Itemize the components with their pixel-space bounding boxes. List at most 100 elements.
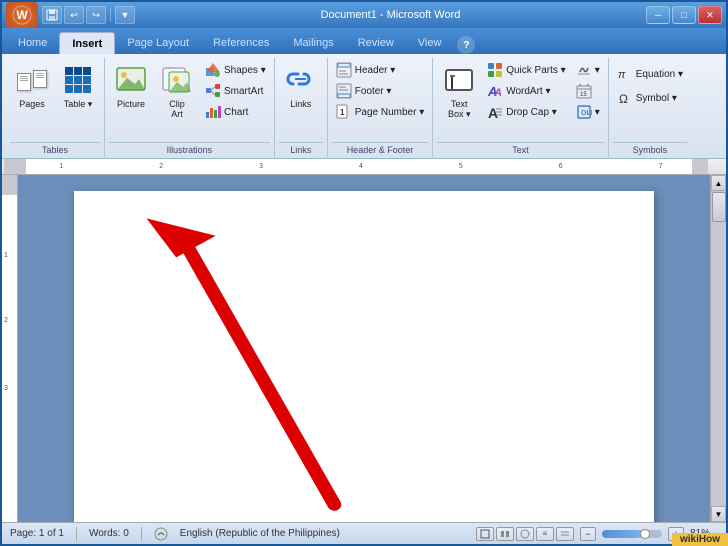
ruler-active: 1 2 3 4 5 6 7 [26,159,692,174]
full-reading-btn[interactable] [496,527,514,541]
zoom-minus-button[interactable]: − [580,527,596,541]
text-box-label: TextBox ▾ [448,100,471,120]
page-number-button[interactable]: 1 Page Number ▾ [332,102,429,122]
symbol-label: Symbol ▾ [636,93,677,104]
equation-button[interactable]: π Equation ▾ [613,64,687,84]
print-layout-btn[interactable] [476,527,494,541]
pages-icon [14,62,50,98]
quick-parts-icon [487,62,503,78]
symbol-button[interactable]: Ω Symbol ▾ [613,88,687,108]
tab-home[interactable]: Home [6,32,59,54]
smartart-label: SmartArt [224,86,263,97]
drop-cap-button[interactable]: A Drop Cap ▾ [483,102,569,122]
save-button[interactable] [42,6,62,24]
shapes-icon [205,62,221,78]
status-sep1 [76,527,77,541]
office-button[interactable]: W [6,2,38,28]
date-time-button[interactable]: 15 [572,81,604,101]
equation-icon: π [617,66,633,82]
horizontal-ruler: 1 2 3 4 5 6 7 [2,159,726,175]
text-small-buttons2: ▾ 15 [572,60,604,138]
ribbon-tabs: Home Insert Page Layout References Maili… [2,28,726,54]
clip-art-label: ClipArt [169,100,185,120]
tab-insert[interactable]: Insert [59,32,115,54]
svg-text:15: 15 [580,92,587,98]
customize-button[interactable]: ▼ [115,6,135,24]
quick-access-toolbar: ↩ ↪ ▼ [42,6,135,24]
footer-button[interactable]: Footer ▾ [332,81,429,101]
close-button[interactable]: ✕ [698,6,722,24]
zoom-slider[interactable] [602,530,662,538]
group-pages-content: Pages Table ▾ [10,60,100,140]
svg-text:A: A [493,87,502,99]
top-bar: W ↩ ↪ ▼ Document1 - Microsoft Word ─ □ ✕ [2,2,726,28]
scroll-track [711,191,726,506]
equation-label: Equation ▾ [636,69,683,80]
tab-references[interactable]: References [201,32,281,54]
links-group-label: Links [279,142,323,158]
pages-label: Pages [19,100,45,110]
group-pages: Pages Table ▾ Tables [6,58,105,158]
text-small-buttons: Quick Parts ▾ A A WordArt ▾ [483,60,569,138]
scroll-thumb[interactable] [712,192,726,222]
header-label: Header ▾ [355,65,396,76]
wordart-label: WordArt ▾ [506,86,550,97]
pages-button[interactable]: Pages [10,60,54,112]
chart-label: Chart [224,107,248,118]
links-button[interactable]: Links [279,60,323,112]
tab-page-layout[interactable]: Page Layout [115,32,201,54]
smartart-icon [205,83,221,99]
wordart-button[interactable]: A A WordArt ▾ [483,81,569,101]
header-button[interactable]: Header ▾ [332,60,429,80]
signature-button[interactable]: ▾ [572,60,604,80]
web-layout-btn[interactable] [516,527,534,541]
symbol-icon: Ω [617,90,633,106]
help-button[interactable]: ? [457,36,475,54]
chart-button[interactable]: Chart [201,102,270,122]
group-links: Links Links [275,58,328,158]
maximize-button[interactable]: □ [672,6,696,24]
undo-button[interactable]: ↩ [64,6,84,24]
scroll-down-button[interactable]: ▼ [711,506,726,522]
links-icon [283,62,319,98]
footer-icon [336,83,352,99]
tab-mailings[interactable]: Mailings [281,32,345,54]
scroll-up-button[interactable]: ▲ [711,175,726,191]
tab-review[interactable]: Review [346,32,406,54]
table-button[interactable]: Table ▾ [56,60,100,112]
table-icon [60,62,96,98]
outline-btn[interactable]: ≡ [536,527,554,541]
group-text-content: TextBox ▾ Quick Parts ▾ [437,60,604,140]
drop-cap-label: Drop Cap ▾ [506,107,557,118]
text-box-button[interactable]: TextBox ▾ [437,60,481,122]
page-number-label: Page Number ▾ [355,107,425,118]
zoom-thumb[interactable] [640,529,650,539]
picture-label: Picture [117,100,145,110]
word-count: Words: 0 [89,528,129,539]
svg-text:Ω: Ω [619,92,628,106]
svg-text:1: 1 [340,108,345,117]
svg-text:π: π [618,69,626,81]
minimize-button[interactable]: ─ [646,6,670,24]
vertical-ruler: 1 2 3 [2,175,18,522]
object-icon: OLE [576,104,592,120]
v-ruler-active: 1 2 3 [2,195,17,522]
picture-button[interactable]: Picture [109,60,153,112]
tab-view[interactable]: View [406,32,454,54]
object-button[interactable]: OLE ▾ [572,102,604,122]
text-box-icon [441,62,477,98]
shapes-button[interactable]: Shapes ▾ [201,60,270,80]
application-window: W ↩ ↪ ▼ Document1 - Microsoft Word ─ □ ✕… [0,0,728,546]
wikihow-badge: wikiHow [672,533,728,546]
table-label: Table ▾ [64,100,93,110]
smartart-button[interactable]: SmartArt [201,81,270,101]
shapes-label: Shapes ▾ [224,65,266,76]
clip-art-button[interactable]: ClipArt [155,60,199,122]
draft-btn[interactable] [556,527,574,541]
redo-button[interactable]: ↪ [86,6,106,24]
ruler-indent-left [4,159,26,174]
svg-text:W: W [16,8,28,22]
symbols-group-label: Symbols [613,142,687,158]
quick-parts-button[interactable]: Quick Parts ▾ [483,60,569,80]
v-ruler-inactive-top [2,175,17,195]
